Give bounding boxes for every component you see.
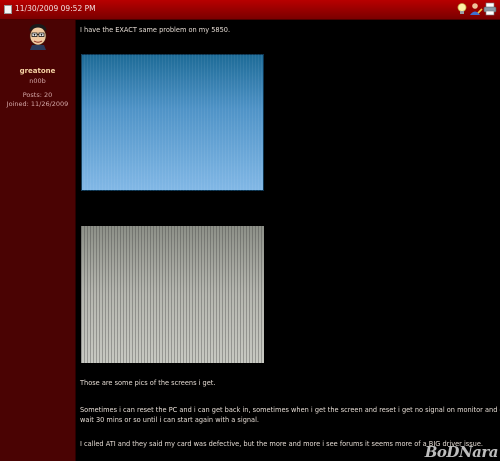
lightbulb-icon[interactable] bbox=[455, 2, 469, 16]
post-text-line: Sometimes i can reset the PC and i can g… bbox=[80, 406, 500, 414]
watermark-logo: BoDNara bbox=[424, 443, 499, 461]
username[interactable]: greatone bbox=[0, 67, 75, 75]
screenshot-image-gray[interactable] bbox=[81, 226, 264, 363]
user-profile-icon[interactable] bbox=[469, 2, 483, 16]
printer-icon[interactable] bbox=[483, 2, 497, 16]
post-text-line: I called ATI and they said my card was d… bbox=[80, 440, 483, 448]
post-status-icon bbox=[4, 5, 12, 14]
post-text-line: wait 30 mins or so until i can start aga… bbox=[80, 416, 260, 424]
user-rank: n00b bbox=[29, 77, 46, 85]
join-date: Joined: 11/26/2009 bbox=[6, 100, 69, 108]
post-text-line: I have the EXACT same problem on my 5850… bbox=[80, 26, 231, 34]
post-body: I have the EXACT same problem on my 5850… bbox=[76, 20, 500, 461]
post-header: 11/30/2009 09:52 PM bbox=[0, 0, 500, 20]
post-date: 11/30/2009 09:52 PM bbox=[15, 4, 96, 13]
user-sidebar: greatone n00b Posts: 20 Joined: 11/26/20… bbox=[0, 20, 76, 461]
post-count: Posts: 20 bbox=[22, 91, 53, 99]
screenshot-image-blue[interactable] bbox=[81, 54, 264, 191]
post-text-line: Those are some pics of the screens i get… bbox=[80, 379, 216, 387]
avatar[interactable] bbox=[24, 22, 52, 50]
